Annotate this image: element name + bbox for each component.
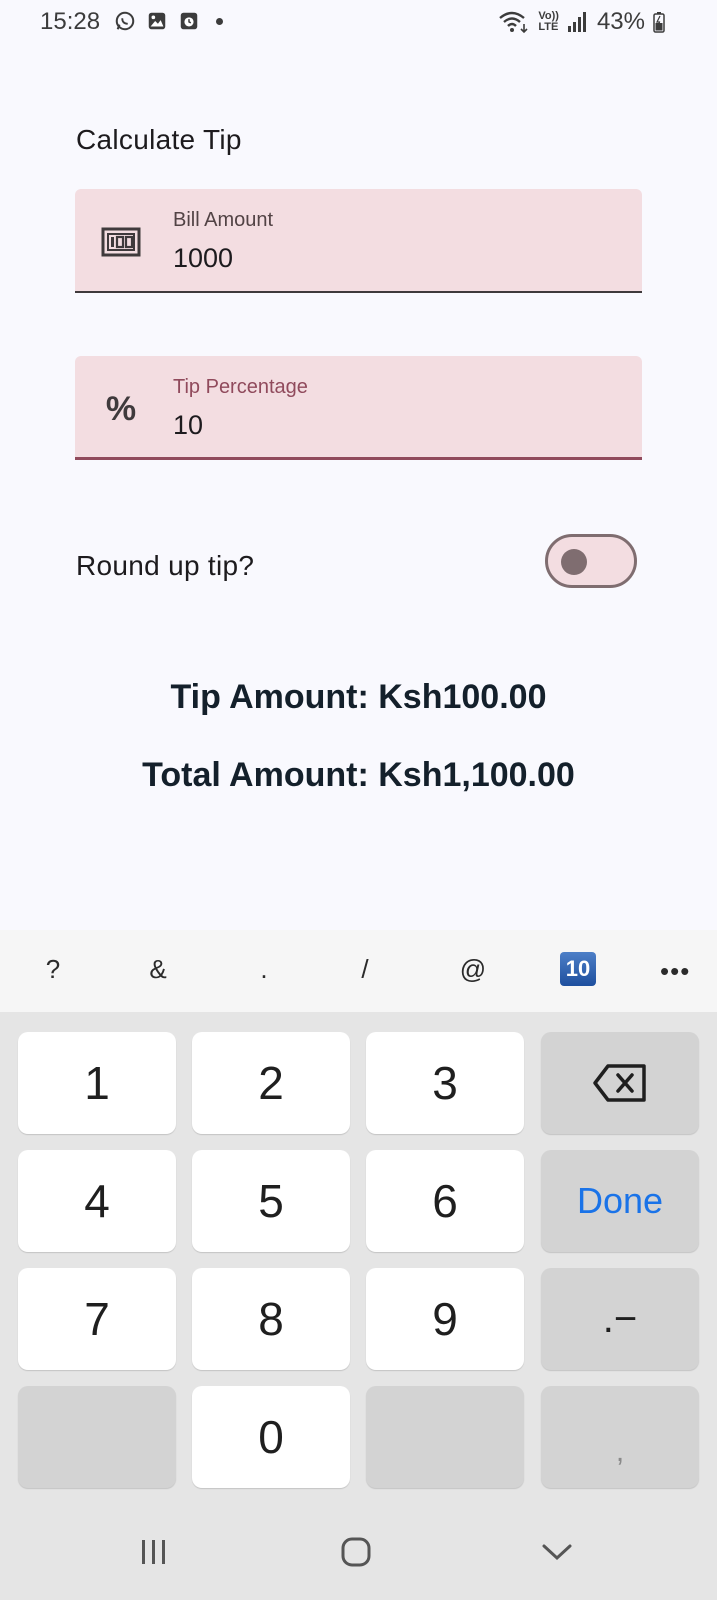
empty-key-left [18, 1386, 176, 1488]
home-button[interactable] [336, 1532, 376, 1572]
volte-indicator: Vo)) LTE [538, 10, 559, 33]
key-2[interactable]: 2 [192, 1032, 350, 1134]
system-icons: Vo)) LTE 43% [498, 8, 665, 36]
back-button[interactable] [537, 1532, 577, 1572]
wifi-icon [499, 11, 528, 34]
comma-key[interactable]: , [541, 1386, 699, 1488]
home-icon [341, 1537, 371, 1567]
bill-amount-underline [75, 291, 642, 293]
empty-key-right [366, 1386, 524, 1488]
backspace-key[interactable] [541, 1032, 699, 1134]
status-bar: 15:28 Vo)) LTE 43% [0, 0, 717, 48]
decimal-minus-label: .− [602, 1296, 638, 1341]
status-time: 15:28 [40, 8, 101, 35]
key-4[interactable]: 4 [18, 1150, 176, 1252]
signal-icon [567, 12, 586, 32]
symbol-question[interactable]: ? [33, 954, 73, 985]
percent-icon: % [105, 389, 137, 428]
keycap-ten-emoji[interactable]: 10 [560, 952, 596, 986]
key-0[interactable]: 0 [192, 1386, 350, 1488]
done-label: Done [576, 1180, 664, 1221]
key-1[interactable]: 1 [18, 1032, 176, 1134]
clock-app-icon [180, 12, 198, 30]
key-5[interactable]: 5 [192, 1150, 350, 1252]
more-notifications-dot [216, 17, 223, 25]
round-up-label: Round up tip? [76, 550, 255, 581]
symbol-period[interactable]: . [244, 954, 284, 985]
done-key[interactable]: Done [541, 1150, 699, 1252]
whatsapp-icon [115, 11, 135, 31]
chevron-down-icon [542, 1544, 572, 1561]
bill-amount-label: Bill Amount [173, 209, 274, 231]
recent-apps-icon [142, 1540, 165, 1564]
symbol-at[interactable]: @ [453, 954, 493, 985]
page-title: Calculate Tip [76, 124, 242, 155]
round-up-switch[interactable] [545, 534, 637, 588]
comma-label: , [615, 1435, 625, 1468]
key-6[interactable]: 6 [366, 1150, 524, 1252]
gallery-icon [148, 12, 166, 30]
tip-amount-text: Tip Amount: Ksh100.00 [170, 678, 547, 716]
navigation-bar [0, 1502, 717, 1600]
key-7[interactable]: 7 [18, 1268, 176, 1370]
tip-percentage-field[interactable]: % Tip Percentage 10 [75, 356, 642, 460]
tip-percentage-label: Tip Percentage [173, 376, 308, 398]
switch-thumb [561, 549, 587, 575]
battery-charging-icon [653, 12, 665, 33]
battery-percent: 43% [596, 8, 645, 35]
symbol-slash[interactable]: / [345, 954, 385, 985]
money-icon [101, 225, 141, 259]
bill-amount-field[interactable]: Bill Amount 1000 [75, 189, 642, 293]
total-amount-text: Total Amount: Ksh1,100.00 [142, 756, 575, 794]
more-options-icon[interactable]: ••• [660, 956, 690, 987]
numeric-keypad: 1 2 3 4 5 6 Done 7 8 9 .− 0 , [0, 1012, 717, 1502]
notification-icons [114, 10, 223, 32]
tip-percentage-value[interactable]: 10 [173, 410, 203, 441]
key-9[interactable]: 9 [366, 1268, 524, 1370]
recent-apps-button[interactable] [134, 1532, 174, 1572]
key-3[interactable]: 3 [366, 1032, 524, 1134]
bill-amount-value[interactable]: 1000 [173, 243, 233, 274]
decimal-minus-key[interactable]: .− [541, 1268, 699, 1370]
tip-percentage-underline [75, 457, 642, 460]
key-8[interactable]: 8 [192, 1268, 350, 1370]
keyboard-symbol-row: ? & . / @ 10 ••• [0, 930, 717, 1012]
symbol-ampersand[interactable]: & [138, 954, 178, 985]
backspace-icon [593, 1064, 646, 1102]
